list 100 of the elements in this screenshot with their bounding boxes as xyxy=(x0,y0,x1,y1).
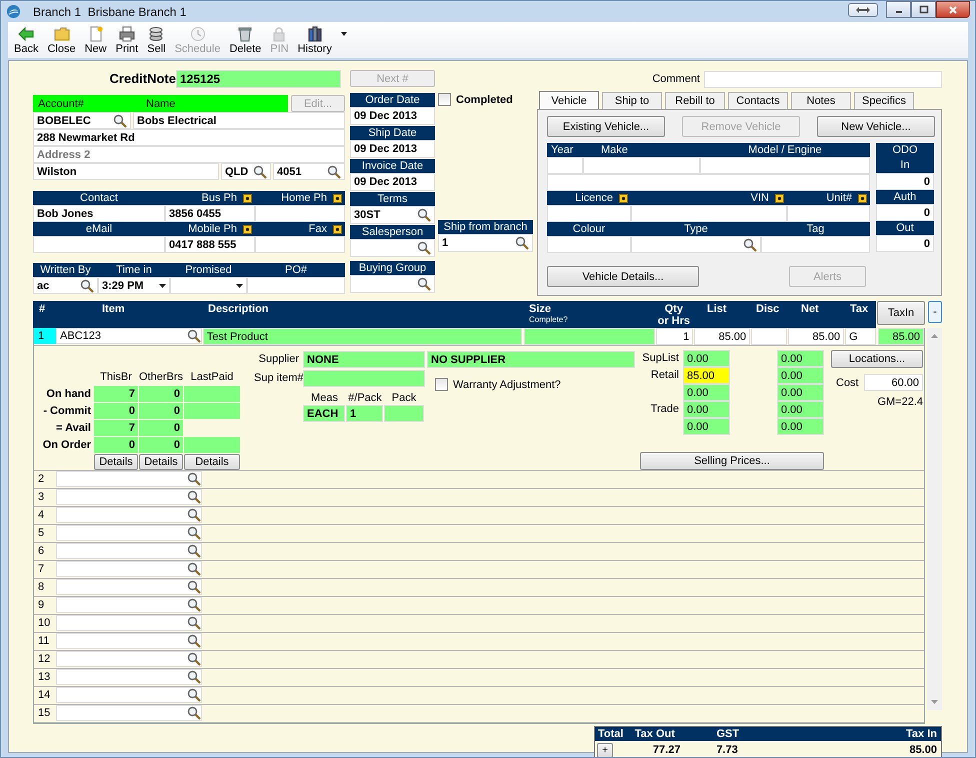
vehicle-details-button[interactable]: Vehicle Details... xyxy=(547,266,699,287)
search-icon[interactable] xyxy=(187,688,201,702)
row-number[interactable]: 6 xyxy=(34,543,56,559)
item-field[interactable] xyxy=(56,561,202,577)
item-field[interactable] xyxy=(56,471,202,487)
pack-field[interactable] xyxy=(384,405,424,422)
warranty-checkbox[interactable]: Warranty Adjustment? xyxy=(435,378,561,391)
branch-field[interactable]: 1 xyxy=(438,234,533,252)
item-field[interactable] xyxy=(56,651,202,667)
details-button[interactable]: Details xyxy=(139,454,183,470)
item-field[interactable]: ABC123 xyxy=(56,328,202,344)
vehicle-field[interactable] xyxy=(547,205,631,222)
price-field[interactable]: 0.00 xyxy=(777,418,824,435)
contact-field[interactable] xyxy=(33,236,165,253)
expand-button[interactable]: + xyxy=(597,742,613,757)
search-icon[interactable] xyxy=(253,164,267,178)
caret-icon[interactable] xyxy=(340,32,347,36)
row-number[interactable]: 11 xyxy=(34,633,56,649)
search-icon[interactable] xyxy=(187,526,201,540)
toolbar-button[interactable]: Print xyxy=(112,22,142,56)
vehicle-button[interactable]: New Vehicle... xyxy=(817,116,935,137)
tab[interactable]: Rebill to xyxy=(665,92,725,109)
toolbar-button[interactable]: New xyxy=(80,22,111,56)
search-icon[interactable] xyxy=(187,544,201,558)
tab[interactable]: Notes xyxy=(791,92,851,109)
discount-field[interactable] xyxy=(751,328,788,345)
search-icon[interactable] xyxy=(80,278,94,292)
row-number[interactable]: 4 xyxy=(34,507,56,523)
item-field[interactable] xyxy=(56,489,202,505)
tax-code-field[interactable]: G xyxy=(845,328,876,345)
supplier-name-field[interactable]: NO SUPPLIER xyxy=(427,351,635,368)
search-icon[interactable] xyxy=(417,277,431,291)
vehicle-field[interactable] xyxy=(787,205,870,222)
net-price-field[interactable]: 85.00 xyxy=(788,328,844,345)
close-button[interactable] xyxy=(936,1,970,18)
item-field[interactable] xyxy=(56,525,202,541)
date-field[interactable]: 09 Dec 2013 xyxy=(350,107,435,125)
list-price-field[interactable]: 85.00 xyxy=(694,328,750,345)
dial-icon[interactable] xyxy=(619,194,628,202)
toolbar-button[interactable]: Delete xyxy=(225,22,266,56)
toolbar-button[interactable]: Back xyxy=(10,22,42,56)
po-field[interactable] xyxy=(247,277,345,294)
price-field[interactable]: 0.00 xyxy=(683,401,730,418)
row-number[interactable]: 12 xyxy=(34,651,56,667)
search-icon[interactable] xyxy=(515,236,529,250)
buying-group-field[interactable] xyxy=(350,275,435,293)
row-number[interactable]: 9 xyxy=(34,597,56,613)
item-field[interactable] xyxy=(56,543,202,559)
dial-icon[interactable] xyxy=(333,194,342,202)
contact-field[interactable]: Bob Jones xyxy=(33,205,165,222)
search-icon[interactable] xyxy=(187,472,201,486)
item-field[interactable] xyxy=(56,705,202,721)
vehicle-field[interactable] xyxy=(631,236,761,253)
date-field[interactable]: 30ST xyxy=(350,206,435,224)
search-icon[interactable] xyxy=(187,508,201,522)
maximize-button[interactable] xyxy=(911,1,936,18)
per-pack-field[interactable]: 1 xyxy=(346,405,383,422)
toolbar-button[interactable]: Close xyxy=(43,22,80,56)
locations-button[interactable]: Locations... xyxy=(831,350,923,368)
supplier-code-field[interactable]: NONE xyxy=(303,351,425,368)
search-icon[interactable] xyxy=(187,598,201,612)
row-number[interactable]: 3 xyxy=(34,489,56,505)
row-number[interactable]: 8 xyxy=(34,579,56,595)
resize-button[interactable] xyxy=(848,2,878,16)
tab[interactable]: Contacts xyxy=(728,92,788,109)
toolbar-button[interactable]: Sell xyxy=(143,22,170,56)
contact-field[interactable] xyxy=(255,236,345,253)
tax-in-button[interactable]: TaxIn xyxy=(877,301,925,325)
city-field[interactable]: Wilston xyxy=(33,163,219,180)
price-field[interactable]: 0.00 xyxy=(777,367,824,384)
search-icon[interactable] xyxy=(113,114,127,128)
vehicle-field[interactable] xyxy=(583,157,700,174)
state-field[interactable]: QLD xyxy=(221,163,271,180)
contact-field[interactable]: 0417 888 555 xyxy=(165,236,255,253)
dial-icon[interactable] xyxy=(775,194,784,202)
item-field[interactable] xyxy=(56,579,202,595)
row-number[interactable]: 5 xyxy=(34,525,56,541)
item-field[interactable] xyxy=(56,507,202,523)
contact-field[interactable] xyxy=(255,205,345,222)
vehicle-field[interactable] xyxy=(631,205,787,222)
size-field[interactable] xyxy=(524,328,656,345)
price-field[interactable]: 85.00 xyxy=(683,367,730,384)
written-by-field[interactable]: ac xyxy=(33,277,98,294)
search-icon[interactable] xyxy=(187,652,201,666)
search-icon[interactable] xyxy=(187,490,201,504)
contact-field[interactable]: 3856 0455 xyxy=(165,205,255,222)
tax-in-field[interactable]: 85.00 xyxy=(878,328,924,345)
item-field[interactable] xyxy=(56,687,202,703)
vehicle-button[interactable]: Existing Vehicle... xyxy=(547,116,665,137)
odometer-field[interactable]: 0 xyxy=(876,235,934,252)
row-number[interactable]: 10 xyxy=(34,615,56,631)
description-field[interactable]: Test Product xyxy=(202,328,522,345)
price-field[interactable]: 0.00 xyxy=(683,418,730,435)
row-number[interactable]: 15 xyxy=(34,705,56,721)
name-field[interactable]: Bobs Electrical xyxy=(133,112,345,129)
selling-prices-button[interactable]: Selling Prices... xyxy=(640,452,824,470)
search-icon[interactable] xyxy=(743,238,757,252)
tab[interactable]: Ship to xyxy=(602,92,662,109)
search-icon[interactable] xyxy=(417,208,431,222)
search-icon[interactable] xyxy=(187,634,201,648)
